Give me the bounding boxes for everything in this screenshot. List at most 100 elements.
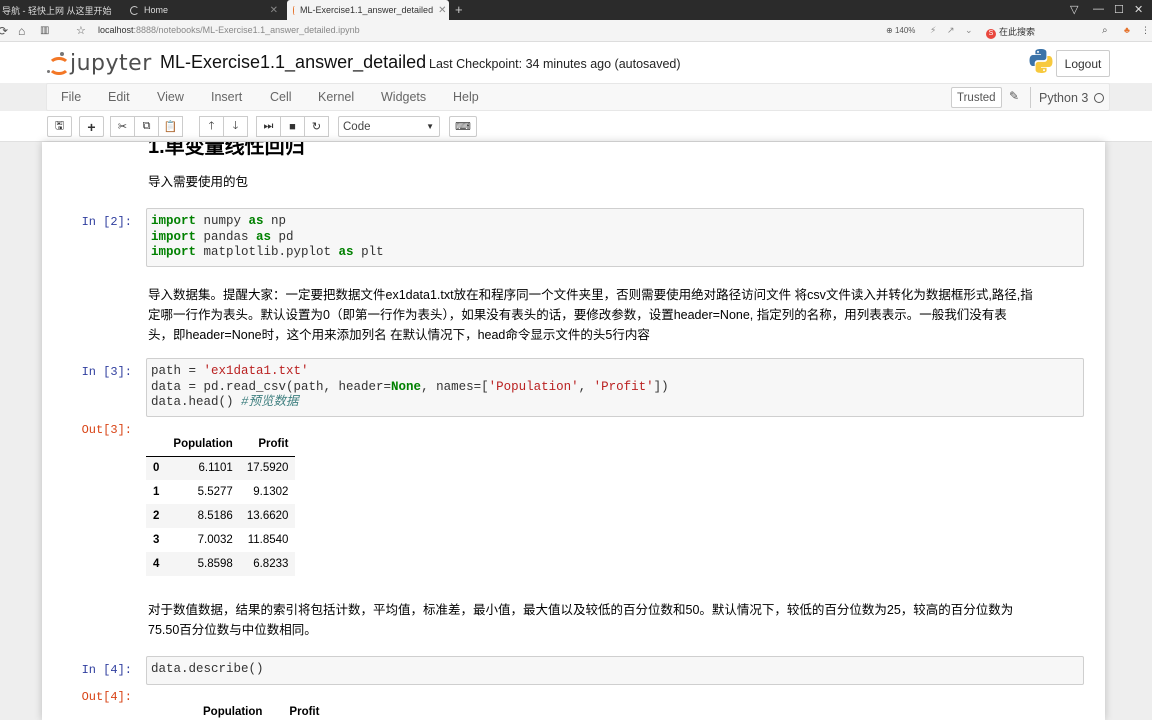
- string-literal: 'Profit': [593, 379, 654, 394]
- table-cell: 13.6620: [246, 510, 289, 522]
- command-palette-button[interactable]: ⌨: [449, 116, 477, 137]
- notebook-name[interactable]: ML-Exercise1.1_answer_detailed: [160, 52, 426, 73]
- interrupt-button[interactable]: ■: [280, 116, 305, 137]
- code-line: import pandas as pd: [151, 230, 1079, 246]
- close-tab-icon[interactable]: ✕: [270, 5, 278, 16]
- code-cell-describe[interactable]: data.describe(): [146, 656, 1084, 685]
- tab-menu-icon[interactable]: ▽: [1070, 3, 1078, 16]
- code-line: data = pd.read_csv(path, header=None, na…: [151, 380, 1079, 396]
- string-literal: 'Population': [488, 379, 579, 394]
- table-row: 3 7.0032 11.8540: [146, 528, 295, 552]
- minimize-button[interactable]: —: [1093, 3, 1104, 15]
- new-tab-button[interactable]: +: [455, 2, 463, 17]
- copy-button[interactable]: ⧉: [134, 116, 159, 137]
- caret-down-icon: ▼: [426, 122, 434, 131]
- restart-icon: ↻: [311, 121, 322, 133]
- menu-insert[interactable]: Insert: [211, 90, 242, 104]
- menubar: File Edit View Insert Cell Kernel Widget…: [46, 83, 1110, 111]
- module-name: matplotlib.pyplot: [196, 245, 339, 259]
- keyword: import: [151, 229, 197, 244]
- run-button[interactable]: ⏭: [256, 116, 281, 137]
- markdown-heading[interactable]: 1.单变量线性回归: [148, 142, 305, 159]
- table-row: 1 5.5277 9.1302: [146, 480, 295, 504]
- search-box[interactable]: S 在此搜索: [986, 25, 1035, 39]
- menu-file[interactable]: File: [61, 90, 81, 104]
- keyword: import: [151, 245, 197, 259]
- save-button[interactable]: 🖫: [47, 116, 72, 137]
- checkpoint-status: Last Checkpoint: 34 minutes ago (autosav…: [429, 57, 681, 71]
- markdown-cell[interactable]: 对于数值数据，结果的索引将包括计数，平均值，标准差，最小值，最大值以及较低的百分…: [148, 600, 1078, 640]
- paste-button[interactable]: 📋: [158, 116, 183, 137]
- code-comment: #预览数据: [241, 395, 299, 409]
- code-line: import matplotlib.pyplot as plt: [151, 245, 1079, 261]
- move-button-group: 🡑 🡓: [199, 116, 248, 137]
- overflow-icon[interactable]: ⋮: [1141, 25, 1150, 36]
- plus-icon: +: [87, 118, 96, 135]
- reload-icon[interactable]: ⟳: [0, 24, 8, 38]
- reader-icon[interactable]: ▥: [40, 25, 49, 36]
- input-prompt: In [4]:: [81, 663, 132, 677]
- extension-icon[interactable]: ♣: [1124, 25, 1130, 35]
- maximize-button[interactable]: ☐: [1114, 3, 1124, 16]
- markdown-line: 对于数值数据，结果的索引将包括计数，平均值，标准差，最小值，最大值以及较低的百分…: [148, 603, 1014, 617]
- edit-mode-pencil-icon: ✎: [1009, 89, 1020, 103]
- jupyter-logo-icon: [46, 52, 70, 75]
- cut-button[interactable]: ✂: [110, 116, 135, 137]
- move-up-button[interactable]: 🡑: [199, 116, 224, 137]
- column-header: Profit: [239, 432, 296, 457]
- url-field[interactable]: localhost:8888/notebooks/ML-Exercise1.1_…: [98, 25, 360, 35]
- output-prompt: Out[4]:: [81, 690, 132, 704]
- arrow-down-icon: 🡓: [232, 120, 239, 132]
- menu-widgets[interactable]: Widgets: [381, 90, 426, 104]
- markdown-line: 头，即header=None时，这个用来添加列名 在默认情况下，head命令显示…: [148, 328, 650, 342]
- jupyter-favicon-icon: [293, 5, 295, 15]
- menu-edit[interactable]: Edit: [108, 90, 130, 104]
- column-header: Profit: [269, 700, 327, 720]
- trusted-indicator[interactable]: Trusted: [951, 87, 1002, 108]
- output-prompt: Out[3]:: [81, 423, 132, 437]
- menu-view[interactable]: View: [157, 90, 184, 104]
- markdown-cell[interactable]: 导入需要使用的包: [148, 172, 1078, 192]
- table-header-row: Population Profit: [146, 432, 296, 457]
- lightning-icon[interactable]: ⚡: [930, 25, 936, 36]
- jupyter-logo[interactable]: jupyter: [46, 48, 152, 78]
- markdown-line: 75.50百分位数与中位数相同。: [148, 623, 317, 637]
- browser-tab-label: ML-Exercise1.1_answer_detailed: [300, 5, 434, 15]
- row-index: 0: [153, 462, 160, 475]
- restart-button[interactable]: ↻: [304, 116, 329, 137]
- search-icon[interactable]: ⌕: [1102, 25, 1108, 36]
- browser-tab-home[interactable]: Home ✕: [124, 0, 284, 20]
- index-header: [146, 432, 167, 457]
- code-cell-imports[interactable]: import numpy as np import pandas as pd i…: [146, 208, 1084, 267]
- move-down-button[interactable]: 🡓: [223, 116, 248, 137]
- close-window-button[interactable]: ✕: [1134, 3, 1143, 16]
- table-cell: 7.0032: [197, 534, 233, 546]
- logout-button[interactable]: Logout: [1056, 50, 1110, 77]
- logo-dot: [47, 70, 50, 73]
- browser-tab-label: 导航 - 轻快上网 从这里开始: [2, 5, 112, 16]
- table-row: 2 8.5186 13.6620: [146, 504, 296, 528]
- code-cell-read-csv[interactable]: path = 'ex1data1.txt' data = pd.read_csv…: [146, 358, 1084, 417]
- table-cell: 17.5920: [246, 462, 289, 475]
- alias: np: [263, 214, 287, 228]
- markdown-cell[interactable]: 导入数据集。提醒大家：一定要把数据文件ex1data1.txt放在和程序同一个文…: [148, 285, 1078, 345]
- column-header: Population: [166, 432, 240, 457]
- zoom-level[interactable]: ⊕ 140%: [886, 26, 915, 35]
- menu-kernel[interactable]: Kernel: [318, 90, 354, 104]
- string-literal: 'ex1data1.txt': [203, 364, 309, 378]
- browser-tab-notebook[interactable]: ML-Exercise1.1_answer_detailed ✕: [287, 0, 449, 20]
- menu-cell[interactable]: Cell: [270, 90, 292, 104]
- browser-tab-label: Home: [144, 5, 169, 15]
- python-logo-icon: [1029, 49, 1053, 73]
- insert-cell-below-button[interactable]: +: [79, 116, 104, 137]
- cell-type-select[interactable]: Code ▼: [338, 116, 440, 137]
- menu-help[interactable]: Help: [453, 90, 479, 104]
- bookmark-star-icon[interactable]: ☆: [76, 24, 86, 37]
- row-index: 1: [153, 486, 160, 498]
- share-icon[interactable]: ↗: [947, 25, 955, 36]
- browser-tab-nav[interactable]: 导航 - 轻快上网 从这里开始: [0, 0, 114, 20]
- dropdown-icon[interactable]: ⌄: [965, 25, 973, 36]
- close-tab-icon[interactable]: ✕: [438, 5, 446, 16]
- input-prompt: In [2]:: [81, 215, 132, 229]
- home-icon[interactable]: ⌂: [18, 24, 25, 38]
